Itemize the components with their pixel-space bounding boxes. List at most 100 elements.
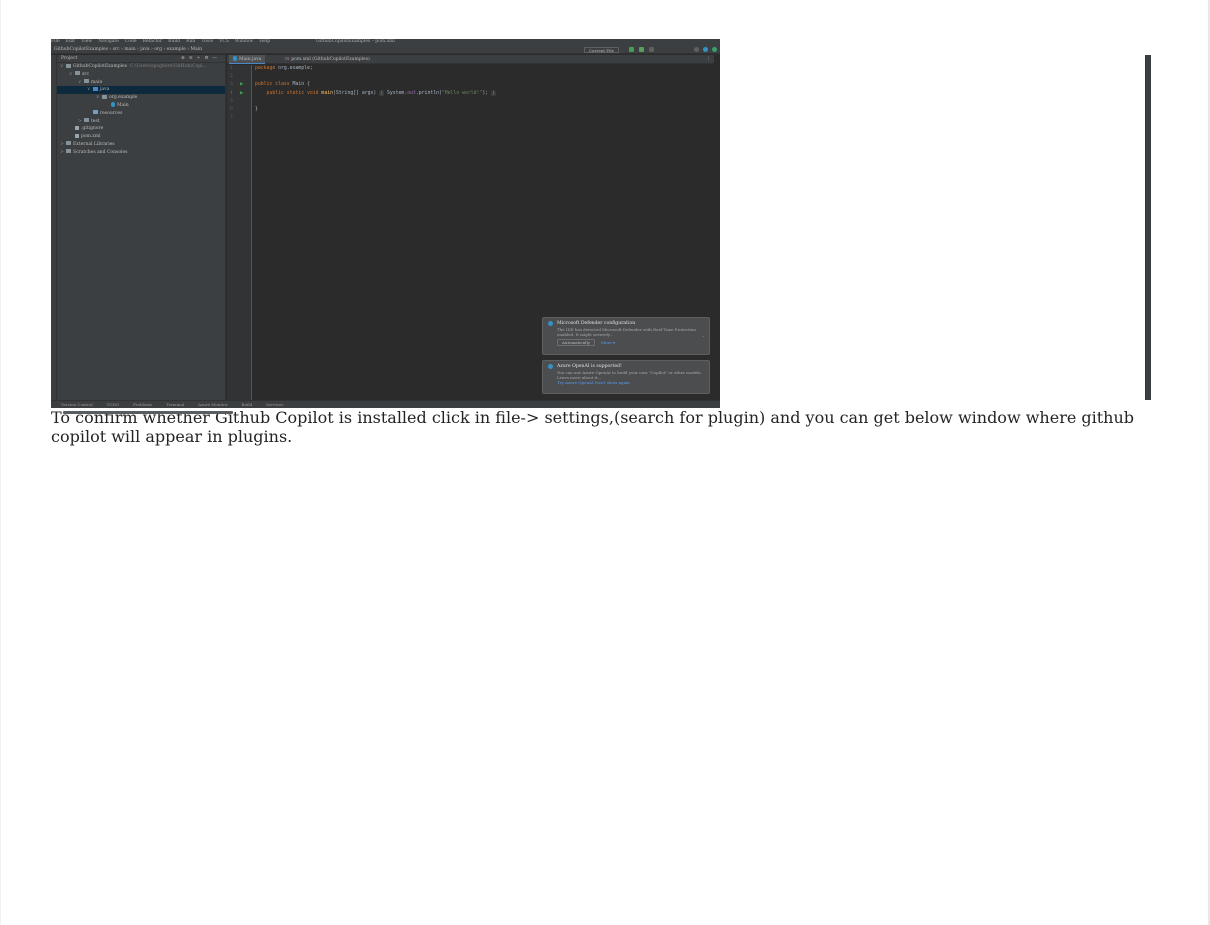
- right-tool-stripe[interactable]: [1145, 55, 1151, 400]
- editor-tabs: Main.java m pom.xml (GithubCopilotExamples…: [227, 55, 714, 64]
- menu-item-build[interactable]: Build: [168, 39, 180, 44]
- tree-item-label: pom.xml: [81, 134, 101, 140]
- stop-icon[interactable]: [649, 47, 654, 52]
- tree-item[interactable]: ∨ org.example: [57, 94, 225, 102]
- menu-item-window[interactable]: Window: [235, 39, 253, 44]
- run-gutter-icon[interactable]: ▶: [240, 90, 243, 98]
- tool-window-todo[interactable]: TODO: [107, 402, 119, 407]
- menu-item-code[interactable]: Code: [125, 39, 137, 44]
- settings-icon[interactable]: [703, 47, 708, 52]
- tree-item-label: org.example: [109, 95, 138, 101]
- tree-item-label: java: [100, 87, 110, 93]
- code-text: }: [255, 106, 258, 112]
- project-panel: Project ⊕≡÷⚙— ∨ GithubCopilotExamples C:\Use…: [57, 55, 233, 414]
- editor-gutter: 1 2 3 ▶ 4 ▶ 5 6 7: [227, 65, 252, 400]
- info-icon: [548, 364, 553, 369]
- tree-item[interactable]: ∨ src: [57, 71, 225, 79]
- tree-item-label: test: [91, 118, 100, 124]
- debug-icon[interactable]: [639, 47, 644, 52]
- folder-icon: [93, 110, 98, 115]
- page-left-edge: [0, 0, 1, 925]
- line-number: 4: [230, 90, 233, 96]
- menu-item-run[interactable]: Run: [186, 39, 195, 44]
- folder-icon: [84, 118, 89, 123]
- notification-body: You can use Azure OpenAI to build your o…: [557, 370, 702, 380]
- tool-window-problems[interactable]: Problems: [133, 402, 152, 407]
- class-icon: [111, 102, 115, 107]
- chevron-down-icon[interactable]: ⌄: [702, 333, 705, 338]
- run-gutter-icon[interactable]: ▶: [240, 81, 243, 89]
- tree-item[interactable]: resources: [57, 110, 225, 118]
- tree-item[interactable]: pom.xml: [57, 133, 225, 141]
- line-number: 3: [230, 82, 233, 88]
- code-keyword: package: [255, 66, 276, 71]
- tree-item-label: main: [91, 79, 103, 85]
- more-link[interactable]: More ▾: [601, 340, 615, 345]
- folder-icon: [66, 141, 71, 146]
- menu-item-view[interactable]: View: [81, 39, 92, 44]
- maven-icon: m: [285, 57, 290, 62]
- menu-item-refactor[interactable]: Refactor: [143, 39, 163, 44]
- more-tabs-icon[interactable]: ⋮: [707, 55, 712, 64]
- automatically-button[interactable]: Automatically: [557, 339, 595, 346]
- code-text: System.: [384, 90, 408, 96]
- tree-item[interactable]: ∨ main: [57, 79, 225, 87]
- tab-label: Main.java: [239, 57, 262, 62]
- line-number: 2: [230, 74, 233, 80]
- tab-pom-xml[interactable]: m pom.xml (GithubCopilotExamples): [281, 55, 374, 64]
- tool-window-version-control[interactable]: Version Control: [61, 402, 93, 407]
- project-panel-header: Project ⊕≡÷⚙—: [57, 55, 225, 63]
- menu-item-navigate[interactable]: Navigate: [98, 39, 119, 44]
- tree-item-label: GithubCopilotExamples: [73, 64, 128, 69]
- code-text: org.example;: [275, 66, 313, 71]
- run-icon[interactable]: [629, 47, 634, 52]
- tree-item-label: resources: [100, 110, 123, 116]
- tool-window-build[interactable]: Build: [242, 402, 253, 407]
- tree-item-path: C:\Users\spoghore\GitHub\Copi...: [130, 64, 207, 69]
- tree-item[interactable]: > test: [57, 118, 225, 126]
- azure-openai-links[interactable]: Try Azure OpenAI Don't show again: [557, 380, 630, 385]
- tree-item[interactable]: ∨ java: [57, 86, 225, 95]
- tool-window-terminal[interactable]: Terminal: [166, 402, 184, 407]
- menu-item-tools[interactable]: Tools: [201, 39, 213, 44]
- tree-item[interactable]: ∨ GithubCopilotExamples C:\Users\spoghore\…: [57, 63, 225, 71]
- folder-icon: [93, 86, 98, 91]
- code-keyword: public static void: [255, 90, 319, 96]
- project-panel-title[interactable]: Project: [61, 56, 77, 61]
- notification-azure-openai: Azure OpenAI is supported! You can use Az…: [542, 360, 710, 394]
- tool-window-services[interactable]: Services: [266, 402, 283, 407]
- menu-item-help[interactable]: Help: [259, 39, 270, 44]
- folder-icon: [75, 71, 80, 76]
- folder-icon: [66, 63, 71, 68]
- info-icon: [548, 321, 553, 326]
- article-content: File Edit View Navigate Code Refactor Build Run…: [51, 39, 1151, 446]
- tool-window-azure-monitor[interactable]: Azure Monitor: [198, 402, 227, 407]
- menu-item-vcs[interactable]: VCS: [219, 39, 229, 44]
- tree-item-label: src: [82, 71, 89, 77]
- menu-item-edit[interactable]: Edit: [66, 39, 75, 44]
- file-icon: [75, 133, 79, 138]
- code-line: public static void main(String[] args) {…: [255, 90, 710, 98]
- run-config-select[interactable]: Current File: [584, 47, 619, 53]
- tree-item[interactable]: Main: [57, 102, 225, 110]
- project-panel-scrollbar[interactable]: [63, 411, 233, 414]
- class-icon: [233, 56, 237, 61]
- file-icon: [75, 125, 79, 130]
- folder-icon: [84, 79, 89, 84]
- tree-item[interactable]: .gitignore: [57, 125, 225, 133]
- search-icon[interactable]: [694, 47, 699, 52]
- copilot-icon[interactable]: [712, 47, 717, 52]
- window-title: GithubCopilotExamples – pom.xml: [316, 39, 395, 44]
- project-panel-toolbar-icons[interactable]: ⊕≡÷⚙—: [181, 55, 221, 63]
- tree-item[interactable]: > Scratches and Consoles: [57, 149, 225, 157]
- code-text: );: [482, 90, 489, 96]
- tree-item[interactable]: > External Libraries: [57, 141, 225, 149]
- code-field: out: [407, 90, 416, 96]
- code-fold-hint[interactable]: }: [491, 90, 496, 96]
- code-line: public class Main {: [255, 81, 710, 89]
- code-line: package org.example;: [255, 65, 710, 73]
- menu-item-file[interactable]: File: [51, 39, 60, 44]
- tab-main-java[interactable]: Main.java: [229, 55, 266, 64]
- tool-window-bar: Version Control TODO Problems Terminal Azure…: [51, 400, 720, 408]
